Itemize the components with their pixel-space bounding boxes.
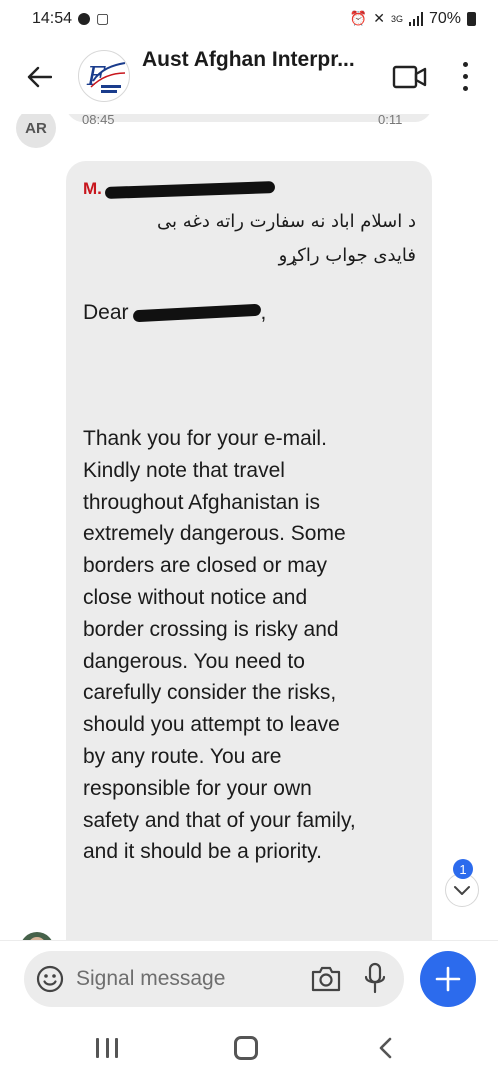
- more-dot-icon: [462, 73, 468, 79]
- redaction-mark: [104, 181, 276, 199]
- unread-count-badge: 1: [453, 859, 473, 879]
- chevron-left-icon: [379, 1037, 392, 1059]
- recent-apps-button[interactable]: [96, 1038, 118, 1058]
- chevron-down-icon: [454, 886, 470, 895]
- notification-dot-icon: [78, 13, 91, 25]
- quote-author-prefix: M.: [83, 179, 102, 198]
- recents-bar-icon: [105, 1038, 109, 1058]
- status-time: 14:54: [32, 10, 73, 27]
- microphone-icon: [364, 962, 386, 994]
- more-dot-icon: [462, 85, 468, 91]
- message-body: Thank you for your e-mail. Kindly note t…: [83, 427, 356, 864]
- system-navigation-bar: [0, 1016, 498, 1080]
- previous-message-duration: 0:11: [378, 114, 403, 127]
- recents-bar-icon: [115, 1038, 118, 1058]
- status-left: 14:54 ▢: [32, 10, 109, 28]
- greeting-prefix: Dear: [83, 301, 129, 324]
- forsaken-fighters-logo: F: [86, 62, 126, 93]
- plus-icon: [435, 966, 461, 992]
- back-arrow-icon: [27, 66, 52, 88]
- message-bubble[interactable]: M. د اسلام اباد نه سفارت راته دغه بی فای…: [66, 161, 432, 940]
- back-button[interactable]: [22, 60, 56, 94]
- contact-name[interactable]: Aust Afghan Interpr...: [142, 48, 355, 72]
- quoted-text: د اسلام اباد نه سفارت راته دغه بی فایدی …: [83, 205, 416, 273]
- mute-icon: ✕: [373, 11, 385, 27]
- status-right: ⏰ ✕ 3G 70%: [350, 10, 476, 28]
- system-back-button[interactable]: [376, 1036, 396, 1060]
- conversation-header: F Aust Afghan Interpr... ...: [0, 38, 498, 114]
- quoted-text-line: فایدی جواب راکړو: [278, 245, 416, 266]
- next-sender-avatar[interactable]: [20, 932, 54, 940]
- status-bar: 14:54 ▢ ⏰ ✕ 3G 70%: [0, 0, 498, 38]
- jump-to-bottom-button[interactable]: 1: [443, 859, 481, 907]
- recents-bar-icon: [96, 1038, 99, 1058]
- voice-note-button[interactable]: [364, 962, 386, 996]
- message-input[interactable]: [76, 959, 296, 999]
- video-call-button[interactable]: [392, 62, 428, 92]
- contact-avatar[interactable]: F: [78, 50, 130, 102]
- network-type-label: 3G: [390, 14, 403, 24]
- more-options-button[interactable]: [452, 58, 478, 94]
- camera-button[interactable]: [310, 964, 342, 994]
- message-input-container: [24, 951, 404, 1007]
- message-list[interactable]: AR 08:45 0:11 M. د اسلام اباد نه سفارت ر…: [0, 114, 498, 940]
- quote-author: M.: [83, 179, 416, 199]
- more-dot-icon: [462, 61, 468, 67]
- battery-icon: [467, 12, 476, 26]
- battery-percent: 70%: [428, 10, 461, 27]
- camera-icon: [311, 966, 341, 992]
- video-camera-icon: [392, 65, 427, 89]
- quoted-text-line: د اسلام اباد نه سفارت راته دغه بی: [157, 211, 416, 232]
- emoji-button[interactable]: [36, 965, 64, 993]
- emoji-icon: [36, 965, 64, 993]
- previous-message-time: 08:45: [82, 114, 115, 127]
- redaction-mark: [132, 304, 261, 323]
- gallery-notification-icon: ▢: [96, 11, 110, 27]
- alarm-icon: ⏰: [349, 11, 368, 27]
- sender-avatar[interactable]: AR: [16, 114, 56, 148]
- greeting-line: Dear,: [83, 297, 416, 329]
- signal-icon: [408, 12, 423, 26]
- home-button[interactable]: [234, 1036, 258, 1060]
- composer: [0, 940, 498, 1016]
- add-attachment-button[interactable]: [420, 951, 476, 1007]
- greeting-suffix: ,: [260, 301, 267, 324]
